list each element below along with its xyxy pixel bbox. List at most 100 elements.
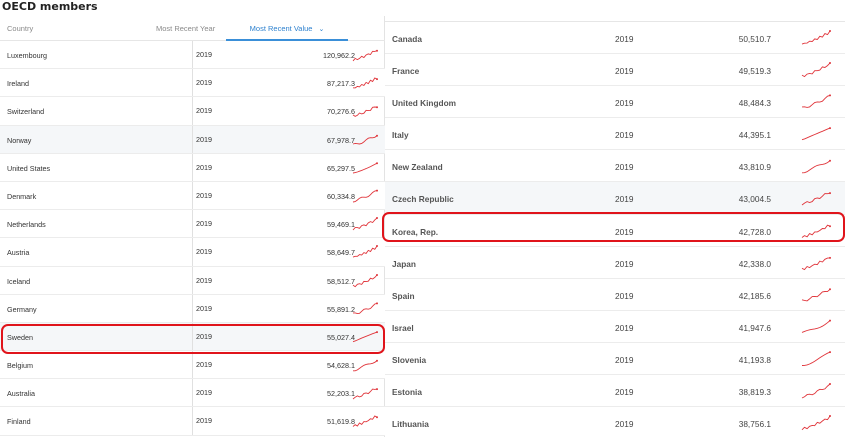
country-cell[interactable]: Israel — [392, 323, 414, 333]
country-cell[interactable]: Korea, Rep. — [392, 227, 438, 237]
trend-sparkline-icon — [801, 223, 831, 239]
trend-sparkline-icon — [352, 358, 378, 372]
trend-sparkline-icon — [352, 76, 378, 90]
country-cell[interactable]: Japan — [392, 259, 416, 269]
country-cell[interactable]: Czech Republic — [392, 194, 454, 204]
table-row[interactable]: Canada 2019 50,510.7 — [385, 22, 845, 55]
table-row[interactable]: Czech Republic 2019 43,004.5 — [385, 182, 845, 215]
table-row[interactable]: Lithuania 2019 38,756.1 — [385, 407, 845, 437]
table-row[interactable]: Denmark 2019 60,334.8 — [0, 181, 385, 211]
table-row[interactable]: Ireland 2019 87,217.3 — [0, 69, 385, 98]
value-cell: 42,185.6 — [738, 290, 771, 301]
table-row[interactable]: Israel 2019 41,947.6 — [385, 311, 845, 343]
value-cell: 50,510.7 — [738, 34, 771, 44]
trend-sparkline-icon — [352, 414, 378, 428]
table-row[interactable]: France 2019 49,519.3 — [385, 54, 845, 87]
year-cell: 2019 — [192, 351, 222, 379]
value-cell: 42,728.0 — [738, 226, 771, 237]
year-cell: 2019 — [615, 258, 634, 269]
left-table: Country Most Recent Year Most Recent Val… — [0, 16, 385, 437]
value-cell: 59,469.1 — [327, 220, 355, 230]
trend-sparkline-icon — [352, 302, 378, 316]
country-cell[interactable]: Netherlands — [7, 220, 46, 229]
country-cell[interactable]: Estonia — [392, 387, 422, 397]
country-cell[interactable]: Norway — [7, 136, 31, 145]
country-cell[interactable]: Luxembourg — [7, 51, 47, 60]
table-row[interactable]: Netherlands 2019 59,469.1 — [0, 210, 385, 239]
year-cell: 2019 — [615, 130, 634, 141]
country-cell[interactable]: Spain — [392, 291, 415, 301]
value-cell: 38,819.3 — [738, 387, 771, 398]
table-header: Country Most Recent Year Most Recent Val… — [0, 16, 385, 41]
value-cell: 49,519.3 — [738, 66, 771, 77]
country-cell[interactable]: New Zealand — [392, 162, 443, 172]
chevron-down-icon[interactable]: ⌄ — [318, 26, 324, 33]
table-row[interactable]: Slovenia 2019 41,193.8 — [385, 343, 845, 376]
country-cell[interactable]: United States — [7, 164, 50, 173]
trend-sparkline-icon — [352, 245, 378, 259]
table-row[interactable]: Spain 2019 42,185.6 — [385, 279, 845, 311]
table-row[interactable]: New Zealand 2019 43,810.9 — [385, 150, 845, 183]
table-row[interactable]: Norway 2019 67,978.7 — [0, 125, 385, 154]
table-row[interactable]: Switzerland 2019 70,276.6 — [0, 97, 385, 126]
country-cell[interactable]: Slovenia — [392, 355, 426, 365]
page-title: OECD members — [2, 0, 98, 13]
table-row[interactable]: Japan 2019 42,338.0 — [385, 247, 845, 279]
table-row[interactable]: Sweden 2019 55,027.4 — [0, 322, 385, 352]
table-row[interactable]: Estonia 2019 38,819.3 — [385, 375, 845, 408]
table-row[interactable]: Iceland 2019 58,512.7 — [0, 266, 385, 295]
country-cell[interactable]: Sweden — [7, 333, 33, 342]
value-cell: 67,978.7 — [327, 135, 355, 145]
table-row[interactable]: Austria 2019 58,649.7 — [0, 238, 385, 267]
country-cell[interactable]: Germany — [7, 305, 37, 314]
table-row[interactable]: Italy 2019 44,395.1 — [385, 118, 845, 151]
year-cell: 2019 — [192, 97, 222, 125]
year-cell: 2019 — [615, 354, 634, 365]
year-cell: 2019 — [192, 69, 222, 97]
country-cell[interactable]: Australia — [7, 389, 35, 398]
table-row[interactable]: Belgium 2019 54,628.1 — [0, 351, 385, 380]
value-cell: 43,004.5 — [738, 194, 771, 205]
value-cell: 65,297.5 — [327, 163, 355, 173]
value-cell: 58,649.7 — [327, 248, 355, 258]
country-cell[interactable]: France — [392, 66, 419, 76]
trend-sparkline-icon — [801, 255, 831, 271]
country-cell[interactable]: Canada — [392, 34, 422, 44]
header-country[interactable]: Country — [7, 24, 33, 33]
country-cell[interactable]: Denmark — [7, 192, 36, 201]
trend-sparkline-icon — [801, 351, 831, 367]
country-cell[interactable]: Belgium — [7, 361, 33, 370]
trend-sparkline-icon — [801, 158, 831, 174]
country-cell[interactable]: Italy — [392, 130, 409, 140]
right-table-body: Canada 2019 50,510.7 France 2019 49,519.3 Unit… — [385, 22, 845, 437]
trend-sparkline-icon — [352, 48, 378, 62]
header-most-recent-value[interactable]: Most Recent Value ⌄ — [226, 16, 348, 41]
trend-sparkline-icon — [801, 30, 831, 46]
table-row[interactable]: Australia 2019 52,203.1 — [0, 379, 385, 408]
table-row[interactable]: United Kingdom 2019 48,484.3 — [385, 86, 845, 119]
header-most-recent-year[interactable]: Most Recent Year — [156, 24, 215, 33]
value-cell: 55,027.4 — [327, 332, 355, 342]
table-row[interactable]: Korea, Rep. 2019 42,728.0 — [385, 215, 845, 247]
table-row[interactable]: Finland 2019 51,619.8 — [0, 407, 385, 436]
value-cell: 58,512.7 — [327, 276, 355, 286]
trend-sparkline-icon — [801, 62, 831, 78]
country-cell[interactable]: United Kingdom — [392, 98, 456, 108]
country-cell[interactable]: Austria — [7, 248, 29, 257]
year-cell: 2019 — [615, 226, 634, 237]
year-cell: 2019 — [615, 34, 634, 44]
country-cell[interactable]: Lithuania — [392, 419, 429, 429]
table-row[interactable]: United States 2019 65,297.5 — [0, 153, 385, 182]
country-cell[interactable]: Finland — [7, 417, 31, 426]
trend-sparkline-icon — [801, 94, 831, 110]
value-cell: 120,962.2 — [323, 51, 355, 60]
table-row[interactable]: Germany 2019 55,891.2 — [0, 294, 385, 323]
value-cell: 60,334.8 — [327, 191, 355, 201]
value-cell: 55,891.2 — [327, 304, 355, 314]
table-row[interactable]: Luxembourg 2019 120,962.2 — [0, 41, 385, 70]
trend-sparkline-icon — [352, 161, 378, 175]
country-cell[interactable]: Switzerland — [7, 107, 44, 116]
country-cell[interactable]: Iceland — [7, 277, 30, 286]
country-cell[interactable]: Ireland — [7, 79, 29, 88]
trend-sparkline-icon — [352, 189, 378, 203]
